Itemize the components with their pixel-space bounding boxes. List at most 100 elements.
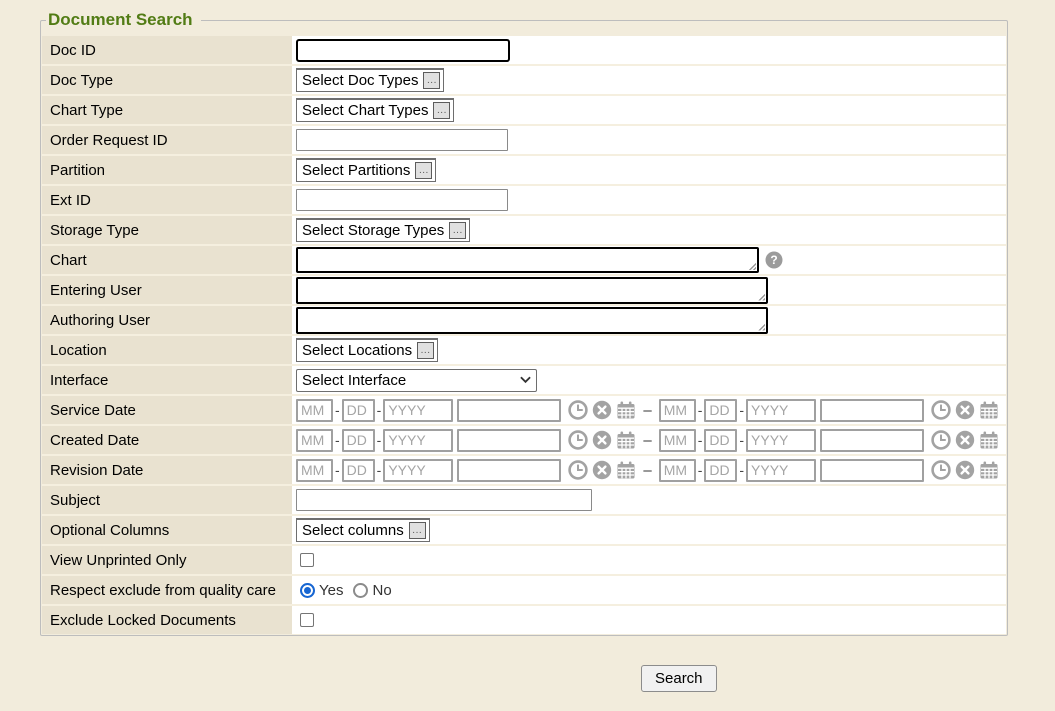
clock-icon[interactable]: [931, 400, 951, 420]
clear-icon[interactable]: [592, 400, 612, 420]
partition-picker[interactable]: Select Partitions ...: [296, 158, 436, 182]
view-unprinted-only-label: View Unprinted Only: [42, 546, 292, 574]
created-date-from-yyyy-input[interactable]: [383, 429, 453, 452]
respect-exclude-no-radio[interactable]: [353, 583, 368, 598]
row-doc-id: Doc ID: [42, 36, 1006, 64]
service-date-from-yyyy-input[interactable]: [383, 399, 453, 422]
range-separator: –: [643, 432, 651, 449]
clock-icon[interactable]: [568, 400, 588, 420]
authoring-user-textarea[interactable]: [296, 307, 768, 334]
view-unprinted-only-checkbox[interactable]: [300, 553, 314, 567]
calendar-icon[interactable]: [979, 430, 999, 450]
revision-date-from-dd-input[interactable]: [342, 459, 375, 482]
service-date-from-dd-input[interactable]: [342, 399, 375, 422]
calendar-icon[interactable]: [616, 460, 636, 480]
created-date-to-dd-input[interactable]: [704, 429, 737, 452]
clear-icon[interactable]: [955, 430, 975, 450]
subject-label: Subject: [42, 486, 292, 514]
revision-date-from-yyyy-input[interactable]: [383, 459, 453, 482]
clear-icon[interactable]: [592, 430, 612, 450]
created-date-from-mm-input[interactable]: [296, 429, 333, 452]
calendar-icon[interactable]: [979, 400, 999, 420]
date-separator: -: [335, 402, 340, 418]
service-date-to-dd-input[interactable]: [704, 399, 737, 422]
revision-date-to-mm-input[interactable]: [659, 459, 696, 482]
row-exclude-locked: Exclude Locked Documents: [42, 604, 1006, 634]
revision-date-to-yyyy-input[interactable]: [746, 459, 816, 482]
date-separator: -: [377, 432, 382, 448]
chart-type-label: Chart Type: [42, 96, 292, 124]
optional-columns-picker[interactable]: Select columns ...: [296, 518, 430, 542]
page: { "legend": "Document Search", "form": {…: [0, 0, 1055, 711]
date-separator: -: [739, 402, 744, 418]
subject-input[interactable]: [296, 489, 592, 511]
storage-type-picker[interactable]: Select Storage Types ...: [296, 218, 470, 242]
calendar-icon[interactable]: [616, 430, 636, 450]
chart-textarea[interactable]: [296, 247, 759, 273]
storage-type-picker-text: Select Storage Types: [302, 222, 444, 239]
service-date-to-time-input[interactable]: [820, 399, 924, 422]
created-date-to-yyyy-input[interactable]: [746, 429, 816, 452]
date-separator: -: [377, 402, 382, 418]
row-order-request-id: Order Request ID: [42, 124, 1006, 154]
date-separator: -: [698, 402, 703, 418]
respect-exclude-yes-label: Yes: [319, 582, 343, 599]
row-chart-type: Chart Type Select Chart Types ...: [42, 94, 1006, 124]
interface-label: Interface: [42, 366, 292, 394]
created-date-to-time-input[interactable]: [820, 429, 924, 452]
service-date-to-yyyy-input[interactable]: [746, 399, 816, 422]
revision-date-from-time-input[interactable]: [457, 459, 561, 482]
exclude-locked-checkbox[interactable]: [300, 613, 314, 627]
respect-exclude-no-label: No: [372, 582, 391, 599]
row-location: Location Select Locations ...: [42, 334, 1006, 364]
clear-icon[interactable]: [955, 460, 975, 480]
revision-date-from-mm-input[interactable]: [296, 459, 333, 482]
authoring-user-label: Authoring User: [42, 306, 292, 334]
clock-icon[interactable]: [931, 430, 951, 450]
range-separator: –: [643, 402, 651, 419]
date-separator: -: [335, 462, 340, 478]
search-button[interactable]: Search: [641, 665, 717, 692]
date-separator: -: [698, 432, 703, 448]
optional-columns-more-button[interactable]: ...: [409, 522, 426, 539]
resize-handle-icon[interactable]: [747, 261, 756, 270]
chart-type-more-button[interactable]: ...: [433, 102, 450, 119]
location-picker[interactable]: Select Locations ...: [296, 338, 438, 362]
clock-icon[interactable]: [568, 430, 588, 450]
service-date-from-time-input[interactable]: [457, 399, 561, 422]
ext-id-input[interactable]: [296, 189, 508, 211]
optional-columns-label: Optional Columns: [42, 516, 292, 544]
revision-date-to-time-input[interactable]: [820, 459, 924, 482]
calendar-icon[interactable]: [616, 400, 636, 420]
partition-more-button[interactable]: ...: [415, 162, 432, 179]
doc-id-label: Doc ID: [42, 36, 292, 64]
resize-handle-icon[interactable]: [756, 292, 765, 301]
created-date-label: Created Date: [42, 426, 292, 454]
service-date-from-mm-input[interactable]: [296, 399, 333, 422]
respect-exclude-yes-radio[interactable]: [300, 583, 315, 598]
doc-type-more-button[interactable]: ...: [423, 72, 440, 89]
row-storage-type: Storage Type Select Storage Types ...: [42, 214, 1006, 244]
service-date-to-mm-input[interactable]: [659, 399, 696, 422]
created-date-from-dd-input[interactable]: [342, 429, 375, 452]
row-doc-type: Doc Type Select Doc Types ...: [42, 64, 1006, 94]
clock-icon[interactable]: [931, 460, 951, 480]
clear-icon[interactable]: [955, 400, 975, 420]
calendar-icon[interactable]: [979, 460, 999, 480]
storage-type-more-button[interactable]: ...: [449, 222, 466, 239]
entering-user-textarea[interactable]: [296, 277, 768, 304]
clear-icon[interactable]: [592, 460, 612, 480]
help-icon[interactable]: ?: [765, 251, 783, 269]
doc-type-picker[interactable]: Select Doc Types ...: [296, 68, 444, 92]
clock-icon[interactable]: [568, 460, 588, 480]
location-more-button[interactable]: ...: [417, 342, 434, 359]
order-request-id-input[interactable]: [296, 129, 508, 151]
interface-select[interactable]: Select Interface: [296, 369, 537, 392]
doc-id-input[interactable]: [296, 39, 510, 62]
revision-date-to-dd-input[interactable]: [704, 459, 737, 482]
created-date-to-mm-input[interactable]: [659, 429, 696, 452]
resize-handle-icon[interactable]: [756, 322, 765, 331]
created-date-from-time-input[interactable]: [457, 429, 561, 452]
row-chart: Chart ?: [42, 244, 1006, 274]
chart-type-picker[interactable]: Select Chart Types ...: [296, 98, 454, 122]
